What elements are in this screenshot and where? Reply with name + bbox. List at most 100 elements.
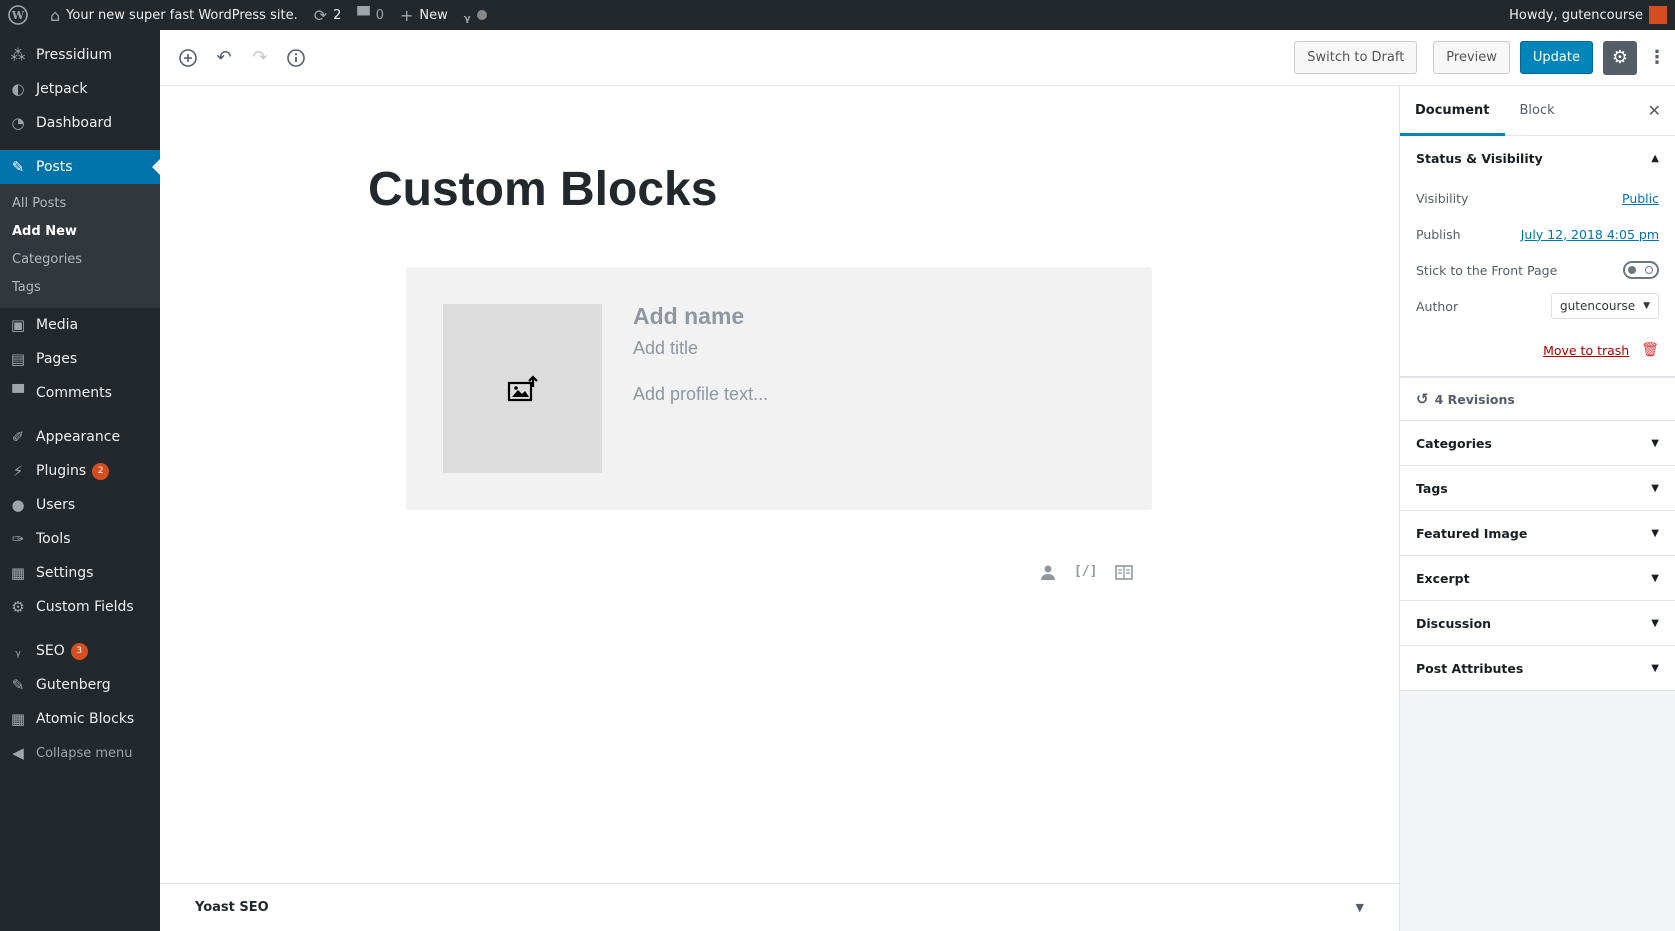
chevron-down-icon: ▼ (1643, 301, 1650, 311)
sidebar-item-tools[interactable]: ✑ Tools (0, 522, 160, 556)
update-button[interactable]: Update (1519, 41, 1593, 74)
chevron-down-icon: ▼ (1651, 527, 1659, 539)
trash-icon[interactable]: 🗑 (1641, 342, 1659, 358)
revisions-link[interactable]: ↺ 4 Revisions (1400, 377, 1675, 421)
sidebar-item-dashboard[interactable]: ◔ Dashboard (0, 106, 160, 140)
tab-document[interactable]: Document (1400, 86, 1505, 136)
status-visibility-toggle[interactable]: Status & Visibility ▲ (1400, 136, 1675, 180)
settings-toggle-button[interactable]: ⚙ (1603, 40, 1637, 75)
switch-to-draft-button[interactable]: Switch to Draft (1294, 41, 1418, 74)
site-name-link[interactable]: ⌂ Your new super fast WordPress site. (42, 0, 306, 30)
submenu-tags[interactable]: Tags (0, 274, 160, 302)
account-menu[interactable]: Howdy, gutencourse (1501, 0, 1675, 30)
name-input[interactable]: Add name (633, 303, 744, 330)
excerpt-panel[interactable]: Excerpt ▼ (1400, 556, 1675, 601)
sidebar-item-label: Comments (36, 385, 112, 401)
post-attributes-panel[interactable]: Post Attributes ▼ (1400, 646, 1675, 691)
pin-icon: ✎ (11, 158, 25, 176)
greeting: Howdy, gutencourse (1509, 7, 1643, 23)
undo-button[interactable]: ↶ (206, 40, 242, 76)
collapse-icon: ◀ (12, 744, 24, 762)
yoast-menu[interactable]: ᵧ (456, 0, 495, 30)
sidebar-item-seo[interactable]: ᵧ SEO 3 (0, 634, 160, 668)
profile-block[interactable]: Add name Add title Add profile text... (406, 267, 1152, 510)
yoast-status-dot (476, 10, 487, 20)
wordpress-logo[interactable]: W (0, 0, 42, 30)
svg-text:W: W (11, 9, 25, 22)
posts-submenu: All Posts Add New Categories Tags (0, 184, 160, 308)
sidebar-item-label: Dashboard (36, 115, 112, 131)
jetpack-icon: ◐ (11, 80, 25, 98)
content-info-button[interactable] (278, 40, 314, 76)
sidebar-item-custom-fields[interactable]: ⚙ Custom Fields (0, 590, 160, 624)
sidebar-item-posts[interactable]: ✎ Posts (0, 150, 160, 184)
post-title[interactable]: Custom Blocks (368, 162, 717, 217)
visibility-link[interactable]: Public (1622, 191, 1659, 206)
panel-title: Discussion (1416, 615, 1492, 631)
comments-count: 0 (375, 7, 384, 23)
sidebar-item-label: Gutenberg (36, 677, 111, 693)
pencil-icon: ✎ (11, 676, 25, 694)
sidebar-item-label: Tools (36, 531, 71, 547)
sticky-label: Stick to the Front Page (1416, 262, 1558, 278)
add-block-button[interactable] (170, 40, 206, 76)
title-input[interactable]: Add title (633, 338, 698, 359)
visibility-label: Visibility (1416, 190, 1469, 206)
avatar-upload-button[interactable] (443, 304, 602, 473)
sidebar-item-media[interactable]: ▣ Media (0, 308, 160, 342)
sidebar-item-settings[interactable]: ▦ Settings (0, 556, 160, 590)
yoast-seo-metabox[interactable]: Yoast SEO ▼ (160, 883, 1399, 931)
tab-block[interactable]: Block (1505, 86, 1570, 136)
settings-icon: ▦ (10, 564, 26, 582)
sticky-toggle[interactable] (1623, 261, 1659, 279)
updates-link[interactable]: ⟳ 2 (306, 0, 350, 30)
redo-button[interactable]: ↷ (242, 40, 278, 76)
new-content-link[interactable]: + New (392, 0, 456, 30)
sidebar-item-pressidium[interactable]: ⁂ Pressidium (0, 38, 160, 72)
discussion-panel[interactable]: Discussion ▼ (1400, 601, 1675, 646)
publish-row: Publish July 12, 2018 4:05 pm (1400, 216, 1675, 252)
columns-block-shortcut[interactable] (1115, 564, 1134, 584)
sidebar-item-users[interactable]: ● Users (0, 488, 160, 522)
media-icon: ▣ (10, 316, 26, 334)
admin-bar: W ⌂ Your new super fast WordPress site. … (0, 0, 1675, 30)
profile-block-shortcut[interactable] (1040, 564, 1056, 584)
chevron-down-icon: ▼ (1651, 437, 1659, 449)
sidebar-item-jetpack[interactable]: ◐ Jetpack (0, 72, 160, 106)
move-to-trash-link[interactable]: Move to trash (1543, 343, 1629, 358)
sidebar-item-gutenberg[interactable]: ✎ Gutenberg (0, 668, 160, 702)
tags-panel[interactable]: Tags ▼ (1400, 466, 1675, 511)
collapse-menu-button[interactable]: ◀ Collapse menu (0, 736, 160, 770)
chevron-down-icon: ▼ (1651, 572, 1659, 584)
shortcode-block-shortcut[interactable]: [/] (1074, 564, 1097, 584)
chevron-down-icon: ▼ (1651, 662, 1659, 674)
sidebar-item-pages[interactable]: ▤ Pages (0, 342, 160, 376)
visibility-row: Visibility Public (1400, 180, 1675, 216)
submenu-all-posts[interactable]: All Posts (0, 190, 160, 218)
categories-panel[interactable]: Categories ▼ (1400, 421, 1675, 466)
sidebar-item-atomic-blocks[interactable]: ▦ Atomic Blocks (0, 702, 160, 736)
gear-icon: ⚙ (1611, 47, 1629, 68)
sidebar-item-comments[interactable]: ▀ Comments (0, 376, 160, 410)
more-options-button[interactable]: ⋮ (1647, 41, 1667, 75)
sidebar-item-label: Pressidium (36, 47, 113, 63)
preview-button[interactable]: Preview (1433, 41, 1510, 74)
block-inserter-shortcuts: [/] (1040, 564, 1134, 584)
comments-link[interactable]: ▀ 0 (349, 0, 392, 30)
plugins-update-badge: 2 (92, 462, 110, 480)
panel-title: Featured Image (1416, 525, 1528, 541)
publish-label: Publish (1416, 226, 1461, 242)
author-select[interactable]: gutencourse ▼ (1551, 293, 1659, 319)
trash-row: Move to trash 🗑 (1400, 324, 1675, 376)
submenu-categories[interactable]: Categories (0, 246, 160, 274)
plus-circle-icon (179, 48, 197, 67)
sticky-row: Stick to the Front Page (1400, 252, 1675, 288)
sidebar-item-appearance[interactable]: ✐ Appearance (0, 420, 160, 454)
sidebar-item-label: Media (36, 317, 79, 333)
publish-date-link[interactable]: July 12, 2018 4:05 pm (1521, 227, 1659, 242)
close-icon[interactable]: ✕ (1648, 101, 1661, 120)
sidebar-item-plugins[interactable]: ⚡ Plugins 2 (0, 454, 160, 488)
profile-text-input[interactable]: Add profile text... (633, 384, 768, 405)
submenu-add-new[interactable]: Add New (0, 218, 160, 246)
featured-image-panel[interactable]: Featured Image ▼ (1400, 511, 1675, 556)
